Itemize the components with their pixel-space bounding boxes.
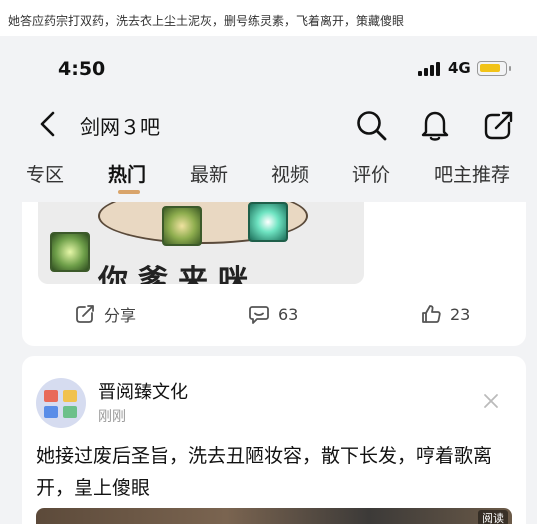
post-card[interactable]: 晋阅臻文化 刚刚 她接过废后圣旨，洗去丑陋妆容，散下长发，哼着歌离开，皇上傻眼 …	[22, 356, 526, 524]
share-icon[interactable]	[482, 108, 516, 142]
close-icon[interactable]	[482, 392, 500, 410]
share-label: 分享	[104, 306, 137, 325]
caption-text: 她答应药宗打双药，洗去衣上尘土泥灰，删号练灵素，飞着离开，策藏傻眼	[8, 14, 405, 28]
post-title[interactable]: 她接过废后圣旨，洗去丑陋妆容，散下长发，哼着歌离开，皇上傻眼	[36, 440, 514, 504]
skill-icon	[162, 206, 202, 246]
tab-bazhu-tuijian[interactable]: 吧主推荐	[434, 160, 510, 187]
skill-icon	[248, 202, 288, 242]
network-label: 4G	[448, 59, 471, 77]
tab-bar: 专区 热门 最新 视频 评价 吧主推荐	[0, 154, 537, 202]
tab-zuixin[interactable]: 最新	[190, 160, 228, 187]
battery-icon	[477, 61, 511, 76]
author-name[interactable]: 晋阅臻文化	[98, 378, 188, 404]
active-tab-indicator	[118, 190, 140, 194]
status-time: 4:50	[58, 58, 106, 80]
avatar[interactable]	[36, 378, 86, 428]
skill-icon	[50, 232, 90, 272]
post-time: 刚刚	[98, 409, 126, 425]
like-count: 23	[450, 304, 471, 324]
status-bar: 4:50 4G	[0, 36, 537, 102]
search-icon[interactable]	[354, 108, 388, 142]
comment-count: 63	[278, 304, 299, 324]
signal-icon	[418, 62, 440, 76]
thumbs-up-icon	[422, 305, 441, 323]
forum-title: 剑网３吧	[80, 115, 160, 139]
top-bar: 剑网３吧	[0, 98, 537, 150]
meme-text: 你爹来咪	[98, 264, 258, 284]
comment-button[interactable]: 63	[248, 302, 298, 326]
tab-pingjia[interactable]: 评价	[352, 160, 390, 187]
tab-shipin[interactable]: 视频	[271, 160, 309, 187]
read-badge: 阅读	[478, 510, 508, 524]
share-icon	[76, 305, 94, 323]
post-actions: 分享 63 23	[22, 294, 526, 334]
share-button[interactable]: 分享	[74, 302, 136, 326]
post-card[interactable]: 你爹来咪 分享 63 23	[22, 202, 526, 346]
like-button[interactable]: 23	[420, 302, 470, 326]
post-image[interactable]	[36, 508, 512, 524]
bell-icon[interactable]	[418, 108, 452, 142]
comment-icon	[249, 306, 269, 324]
tab-remen[interactable]: 热门	[108, 160, 146, 187]
back-icon[interactable]	[36, 110, 60, 138]
phone-screen: 4:50 4G 剑网３吧 专区 热门 最新 视频 评价 吧主推荐 你爹来咪 分享…	[0, 36, 537, 524]
post-image[interactable]: 你爹来咪	[38, 202, 364, 284]
tab-zhuanqu[interactable]: 专区	[26, 160, 64, 187]
